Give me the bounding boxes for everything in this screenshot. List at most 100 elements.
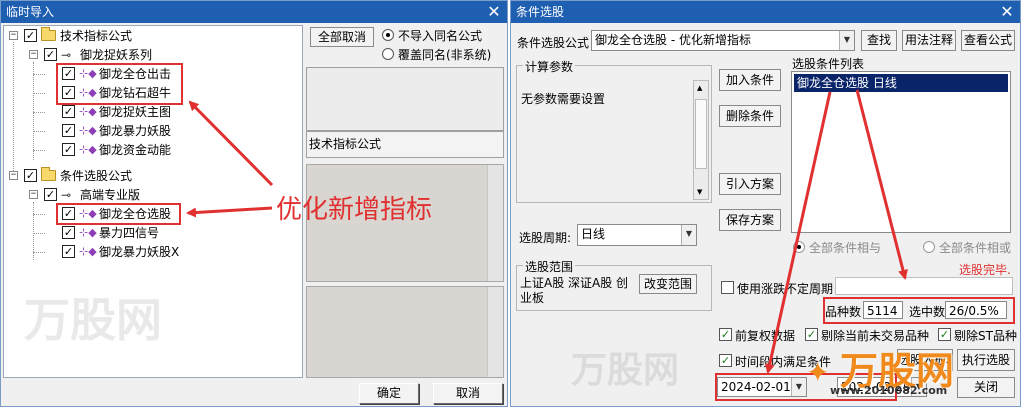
folder-icon xyxy=(41,27,56,41)
start-date-value: 2024-02-01 xyxy=(721,380,791,394)
tree-node-root-indicators[interactable]: − ✓ 技术指标公式 xyxy=(4,27,294,45)
scrollbar[interactable] xyxy=(487,165,503,281)
selected-count-field: 26/0.5% xyxy=(945,301,1007,319)
tree-checkbox[interactable]: ✓ xyxy=(62,67,75,80)
tree-checkbox[interactable]: ✓ xyxy=(24,29,37,42)
tree-checkbox[interactable]: ✓ xyxy=(62,86,75,99)
close-button[interactable]: 关闭 xyxy=(957,377,1015,398)
ok-button[interactable]: 确定 xyxy=(359,383,419,404)
selection-dialog-titlebar: 条件选股 ✕ xyxy=(511,1,1020,23)
period-input[interactable] xyxy=(835,277,1013,295)
scrollbar[interactable] xyxy=(487,287,503,377)
tree-item-label: 御龙暴力妖股 xyxy=(99,124,172,138)
annotation-text: 优化新增指标 xyxy=(276,195,433,225)
tree-item[interactable]: ✓ ⊹◆ 御龙全仓选股 xyxy=(4,205,294,223)
collapse-icon[interactable]: − xyxy=(29,50,38,59)
tree-checkbox[interactable]: ✓ xyxy=(62,245,75,258)
tree-checkbox[interactable]: ✓ xyxy=(62,207,75,220)
tree-node-label: 条件选股公式 xyxy=(60,169,133,183)
selected-count-label: 选中数 xyxy=(909,305,946,319)
period-select[interactable]: 日线 ▼ xyxy=(577,224,697,246)
radio-all-and[interactable] xyxy=(793,241,805,253)
radio-all-and-label: 全部条件相与 xyxy=(809,241,882,255)
period-select-value: 日线 xyxy=(581,227,606,241)
section-label: 技术指标公式 xyxy=(309,137,382,151)
cancel-button[interactable]: 取消 xyxy=(433,383,503,404)
radio-no-import-label: 不导入同名公式 xyxy=(398,29,483,43)
condition-list-item[interactable]: 御龙全仓选股 日线 xyxy=(794,74,1008,92)
change-range-button[interactable]: 改变范围 xyxy=(639,274,697,294)
tree-item-label: 暴力四信号 xyxy=(99,226,160,240)
radio-all-or[interactable] xyxy=(923,241,935,253)
formula-icon: ⊹◆ xyxy=(79,86,97,99)
formula-label: 条件选股公式 xyxy=(517,36,590,50)
condition-list-label: 选股条件列表 xyxy=(792,57,865,71)
tree-item[interactable]: ✓ ⊹◆ 御龙全仓出击 xyxy=(4,65,294,83)
execute-selection-button[interactable]: 执行选股 xyxy=(957,349,1015,371)
selected-count-value: 26/0.5% xyxy=(949,304,999,318)
remove-st-checkbox[interactable]: ✓ xyxy=(938,328,951,341)
tree-node-label: 御龙捉妖系列 xyxy=(80,48,153,62)
save-plan-button[interactable]: 保存方案 xyxy=(719,209,781,231)
watermark: 万股网 xyxy=(24,293,162,347)
tree-checkbox[interactable]: ✓ xyxy=(62,124,75,137)
tree-item[interactable]: ✓ ⊹◆ 御龙暴力妖股X xyxy=(4,243,294,261)
formula-icon: ⊹◆ xyxy=(79,124,97,137)
stock-count-label: 品种数 xyxy=(825,305,862,319)
usage-notes-button[interactable]: 用法注释 xyxy=(902,30,956,51)
period-satisfy-checkbox[interactable]: ✓ xyxy=(719,354,732,367)
remove-suspended-label: 剔除当前未交易品种 xyxy=(821,329,930,343)
use-period-checkbox[interactable] xyxy=(721,281,734,294)
scrollbar[interactable]: ▲ ▼ xyxy=(693,80,709,200)
import-dialog-title: 临时导入 xyxy=(6,5,55,19)
preview-panel-bottom xyxy=(306,286,504,378)
tree-item-label: 御龙全仓出击 xyxy=(99,67,172,81)
delete-condition-button[interactable]: 删除条件 xyxy=(719,105,781,127)
close-icon[interactable]: ✕ xyxy=(1000,1,1014,23)
collapse-icon[interactable]: − xyxy=(9,31,18,40)
stock-count-field: 5114 xyxy=(863,301,903,319)
tree-item[interactable]: ✓ ⊹◆ 暴力四信号 xyxy=(4,224,294,242)
end-date-value: 2024-02-29 xyxy=(841,380,911,394)
tree-checkbox[interactable]: ✓ xyxy=(44,48,57,61)
close-icon[interactable]: ✕ xyxy=(487,1,501,23)
tree-node-group-yulong[interactable]: − ✓ ⊸ 御龙捉妖系列 xyxy=(4,46,294,64)
tree-item[interactable]: ✓ ⊹◆ 御龙捉妖主图 xyxy=(4,103,294,121)
import-plan-button[interactable]: 引入方案 xyxy=(719,173,781,195)
collapse-icon[interactable]: − xyxy=(29,190,38,199)
selection-dialog-title: 条件选股 xyxy=(516,5,565,19)
prior-rights-checkbox[interactable]: ✓ xyxy=(719,328,732,341)
find-button[interactable]: 查找 xyxy=(861,30,897,51)
deselect-all-button[interactable]: 全部取消 xyxy=(310,27,374,47)
tree-item[interactable]: ✓ ⊹◆ 御龙钻石超牛 xyxy=(4,84,294,102)
tree-checkbox[interactable]: ✓ xyxy=(24,169,37,182)
tree-node-group-pro[interactable]: − ✓ ⊸ 高端专业版 xyxy=(4,186,294,204)
chevron-down-icon[interactable]: ▼ xyxy=(911,378,926,396)
add-condition-button[interactable]: 加入条件 xyxy=(719,69,781,91)
tree-checkbox[interactable]: ✓ xyxy=(62,226,75,239)
start-date-picker[interactable]: 2024-02-01 ▼ xyxy=(717,377,807,397)
tree-checkbox[interactable]: ✓ xyxy=(62,105,75,118)
tree-item[interactable]: ✓ ⊹◆ 御龙暴力妖股 xyxy=(4,122,294,140)
tree-node-root-selection[interactable]: − ✓ 条件选股公式 xyxy=(4,167,294,185)
formula-select[interactable]: 御龙全仓选股 - 优化新增指标 ▼ xyxy=(591,30,855,51)
collapse-icon[interactable]: − xyxy=(9,171,18,180)
tree-item-label: 御龙资金动能 xyxy=(99,143,172,157)
calc-params-group: 计算参数 无参数需要设置 ▲ ▼ xyxy=(516,58,712,203)
chevron-down-icon[interactable]: ▼ xyxy=(791,378,806,396)
chevron-down-icon[interactable]: ▼ xyxy=(681,225,696,245)
tree-item[interactable]: ✓ ⊹◆ 御龙资金动能 xyxy=(4,141,294,159)
radio-no-import[interactable] xyxy=(382,29,394,41)
prior-rights-label: 前复权数据 xyxy=(735,329,796,343)
remove-suspended-checkbox[interactable]: ✓ xyxy=(805,328,818,341)
condition-list[interactable]: 御龙全仓选股 日线 xyxy=(791,71,1011,233)
select-to-block-button[interactable]: 选股入板块 xyxy=(897,349,953,371)
chevron-down-icon[interactable]: ▼ xyxy=(839,31,854,50)
tree-checkbox[interactable]: ✓ xyxy=(44,188,57,201)
view-formula-button[interactable]: 查看公式 xyxy=(961,30,1015,51)
end-date-picker[interactable]: 2024-02-29 ▼ xyxy=(837,377,927,397)
tree-checkbox[interactable]: ✓ xyxy=(62,143,75,156)
radio-all-or-label: 全部条件相或 xyxy=(939,241,1012,255)
formula-select-value: 御龙全仓选股 - 优化新增指标 xyxy=(595,33,751,47)
radio-overwrite[interactable] xyxy=(382,48,394,60)
